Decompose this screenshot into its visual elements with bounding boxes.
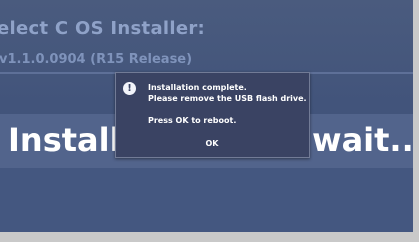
dialog-message-line2: Please remove the USB flash drive.	[148, 94, 307, 103]
installer-title: elect C OS Installer:	[0, 18, 206, 39]
installation-complete-dialog: ! Installation complete. Please remove t…	[115, 72, 310, 158]
status-banner-right-text: wait...	[312, 121, 413, 159]
status-banner-left-text: Install	[8, 121, 121, 159]
installer-version: v1.1.0.0904 (R15 Release)	[0, 52, 193, 67]
info-icon: !	[123, 82, 136, 95]
installer-screen: elect C OS Installer: v1.1.0.0904 (R15 R…	[0, 0, 413, 232]
lower-panel	[0, 168, 413, 232]
dialog-message-line3: Press OK to reboot.	[148, 116, 237, 125]
dialog-message-line1: Installation complete.	[148, 83, 247, 92]
ok-button[interactable]: OK	[198, 137, 226, 151]
